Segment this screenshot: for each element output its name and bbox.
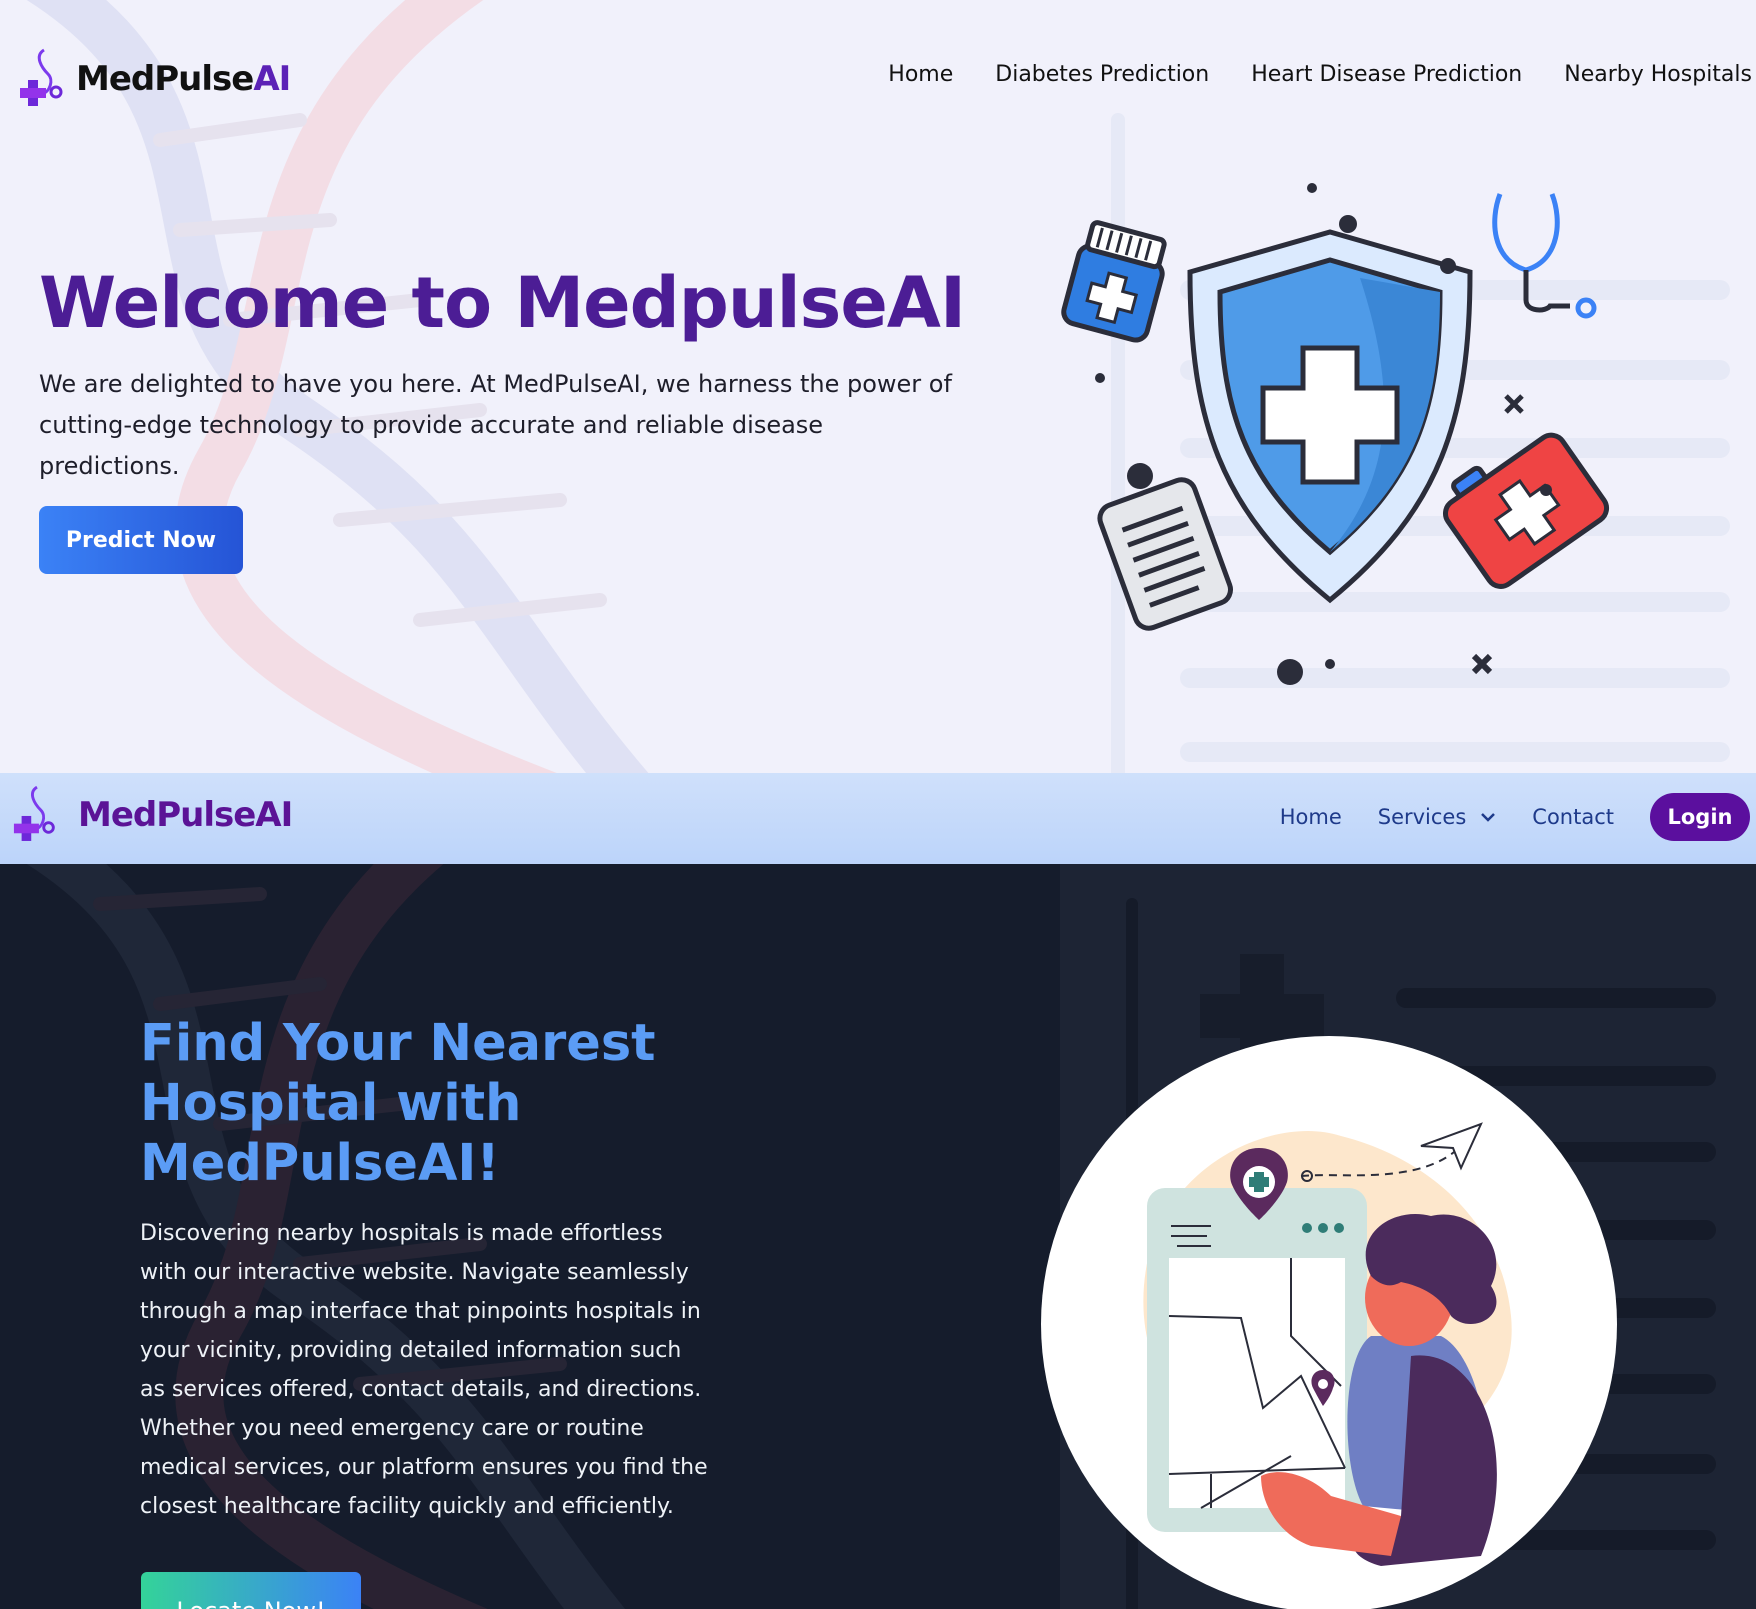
locate-now-button[interactable]: Locate Now! — [141, 1572, 361, 1609]
stethoscope-icon — [1492, 193, 1597, 319]
find-hospital-description: Discovering nearby hospitals is made eff… — [140, 1221, 708, 1519]
pill-bottle-icon — [1061, 220, 1167, 343]
medpulse-logo-icon — [20, 48, 63, 106]
hero-section-find-hospital: Find Your Nearest Hospital with MedPulse… — [0, 864, 1756, 1609]
services-label: Services — [1377, 805, 1467, 829]
first-aid-kit-icon — [1442, 432, 1610, 589]
health-illustration — [1061, 183, 1610, 685]
secondary-navbar: MedPulseAI Home Services Contact Login — [0, 773, 1756, 864]
nav-link-home[interactable]: Home — [1280, 805, 1342, 829]
hero-section-welcome: MedPulseAI Home Diabetes Prediction Hear… — [0, 0, 1756, 773]
hospital-map-illustration — [1143, 1122, 1512, 1566]
nav-links: Home Services Contact Login — [1280, 793, 1750, 841]
top-navbar: MedPulseAI Home Diabetes Prediction Hear… — [0, 0, 1756, 160]
nav-link-contact[interactable]: Contact — [1532, 805, 1614, 829]
nav-link-services[interactable]: Services — [1378, 805, 1497, 829]
nav-link-diabetes-prediction[interactable]: Diabetes Prediction — [995, 62, 1209, 87]
brand-ai: AI — [253, 59, 291, 99]
nav-links: Home Diabetes Prediction Heart Disease P… — [888, 62, 1756, 87]
find-hospital-title: Find Your Nearest Hospital with MedPulse… — [140, 1014, 656, 1193]
brand-name: MedPulse — [76, 59, 254, 99]
map-illustration-circle — [1041, 1036, 1617, 1609]
chevron-down-icon — [1481, 813, 1496, 822]
logo[interactable]: MedPulseAI — [12, 783, 293, 847]
welcome-intro: We are delighted to have you here. At Me… — [39, 370, 952, 480]
medpulse-logo-icon — [13, 785, 55, 841]
nav-link-nearby-hospitals[interactable]: Nearby Hospitals — [1564, 62, 1752, 87]
welcome-title: Welcome to MedpulseAI — [39, 262, 966, 344]
logo[interactable]: MedPulseAI — [20, 46, 291, 112]
nav-link-heart-disease-prediction[interactable]: Heart Disease Prediction — [1251, 62, 1522, 87]
clipboard-icon — [1097, 477, 1233, 631]
predict-now-button[interactable]: Predict Now — [39, 506, 243, 574]
brand-name: MedPulseAI — [78, 795, 293, 835]
nav-link-home[interactable]: Home — [888, 62, 953, 87]
login-button[interactable]: Login — [1650, 793, 1750, 841]
shield-cross-icon — [1187, 229, 1473, 604]
